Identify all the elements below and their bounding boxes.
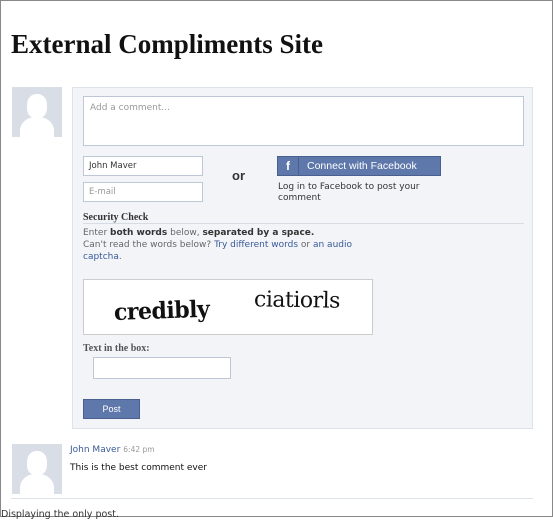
instructions-text: or [298, 240, 313, 250]
captcha-input[interactable] [93, 357, 231, 379]
avatar-head [27, 451, 47, 475]
or-separator: or [232, 168, 245, 183]
facebook-login-note: Log in to Facebook to post your comment [278, 182, 420, 203]
captcha-word: credibly [113, 295, 210, 327]
avatar-body [20, 474, 54, 494]
comment-timestamp: 6:42 pm [123, 445, 155, 454]
avatar-head [27, 94, 47, 118]
security-instructions: Enter both words below, separated by a s… [83, 227, 383, 263]
security-check-heading: Security Check [83, 212, 149, 223]
captcha-input-label: Text in the box: [83, 343, 150, 354]
connect-facebook-button[interactable]: f Connect with Facebook [277, 156, 441, 176]
email-field[interactable]: E-mail [83, 182, 203, 202]
facebook-icon: f [278, 157, 299, 175]
instructions-text: Enter [83, 228, 111, 238]
try-different-words-link[interactable]: Try different words [214, 240, 298, 250]
post-count-status: Displaying the only post. [1, 509, 119, 520]
captcha-word: ciatiorls [253, 287, 341, 314]
instructions-emphasis: both words [110, 228, 168, 238]
instructions-emphasis: separated by a space. [202, 228, 315, 238]
comment-header: John Maver 6:42 pm [70, 445, 155, 455]
comment-composer: Add a comment... John Maver E-mail or f … [72, 87, 533, 429]
comment-text: This is the best comment ever [70, 463, 207, 473]
comment-author-link[interactable]: John Maver [70, 445, 120, 455]
avatar [12, 87, 62, 137]
captcha-image: credibly ciatiorls [83, 279, 373, 335]
instructions-text: below, [167, 228, 203, 238]
connect-facebook-label: Connect with Facebook [307, 160, 417, 172]
instructions-text: Can't read the words below? [83, 240, 215, 250]
footer-divider [11, 498, 533, 499]
comment-input[interactable]: Add a comment... [83, 96, 524, 146]
page-title: External Compliments Site [11, 29, 323, 59]
instructions-text: . [118, 252, 122, 262]
avatar [12, 444, 62, 494]
name-field[interactable]: John Maver [83, 156, 203, 176]
post-button[interactable]: Post [83, 399, 140, 419]
avatar-body [20, 117, 54, 137]
security-divider [83, 223, 524, 224]
